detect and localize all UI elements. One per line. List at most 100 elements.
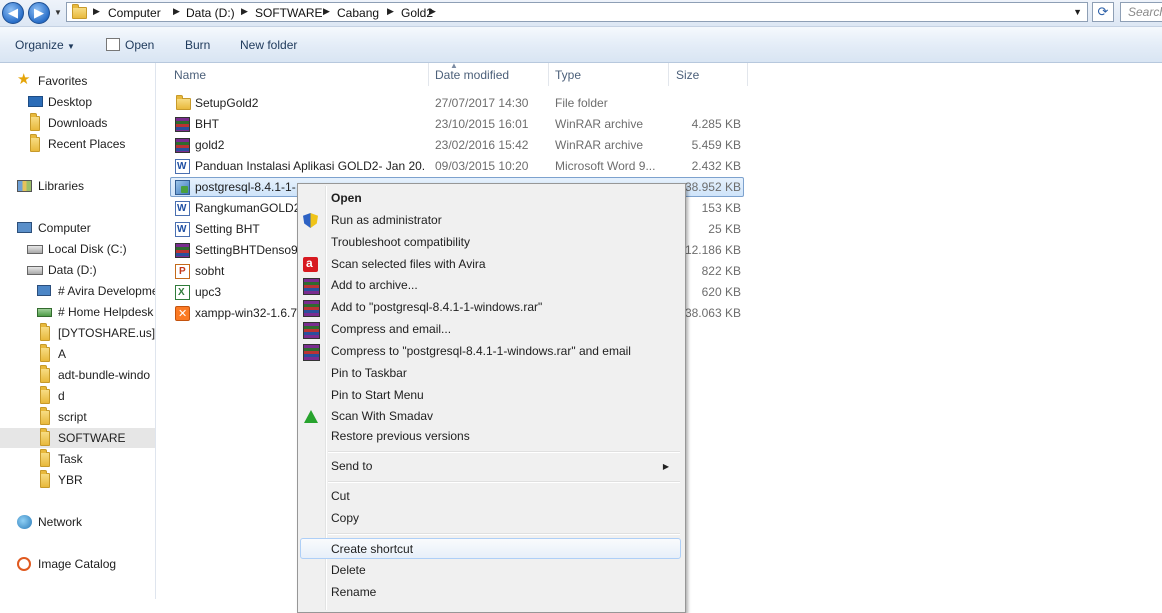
file-name: SetupGold2 xyxy=(195,96,259,110)
search-input[interactable]: Search Gold2 xyxy=(1120,2,1162,22)
menu-item-compress-rar-email[interactable]: Compress to "postgresql-8.4.1-1-windows.… xyxy=(300,341,681,362)
file-type: File folder xyxy=(555,96,608,110)
column-type[interactable]: Type xyxy=(555,68,581,82)
winrar-icon xyxy=(303,278,320,295)
menu-item-add-to-rar[interactable]: Add to "postgresql-8.4.1-1-windows.rar" xyxy=(300,297,681,318)
file-type: WinRAR archive xyxy=(555,117,644,131)
nav-folder-a[interactable]: A xyxy=(0,344,155,364)
column-divider[interactable] xyxy=(428,63,429,86)
menu-item-delete[interactable]: Delete xyxy=(300,560,681,581)
menu-label: Troubleshoot compatibility xyxy=(331,235,470,249)
nav-libraries[interactable]: Libraries xyxy=(0,176,155,196)
column-divider[interactable] xyxy=(747,63,748,86)
chevron-right-icon[interactable]: ▶ xyxy=(387,6,394,17)
nav-network[interactable]: Network xyxy=(0,512,155,532)
nav-folder-label: A xyxy=(58,347,67,361)
nav-folder-label: # Home Helpdesk xyxy=(58,305,154,319)
uac-shield-icon xyxy=(303,213,318,228)
new-folder-button[interactable]: New folder xyxy=(240,38,297,52)
menu-label: Restore previous versions xyxy=(331,429,470,443)
column-divider[interactable] xyxy=(548,63,549,86)
menu-label: Open xyxy=(331,191,362,205)
menu-item-add-archive[interactable]: Add to archive... xyxy=(300,275,681,296)
file-date: 23/10/2015 16:01 xyxy=(435,117,529,131)
menu-item-send-to[interactable]: Send to ▶ xyxy=(300,456,681,477)
nav-favorites-label: Favorites xyxy=(38,74,88,88)
menu-item-troubleshoot[interactable]: Troubleshoot compatibility xyxy=(300,232,681,253)
organize-button[interactable]: Organize ▼ xyxy=(15,38,75,52)
chevron-right-icon[interactable]: ▶ xyxy=(429,6,436,17)
network-drive-icon xyxy=(37,308,52,317)
chevron-right-icon[interactable]: ▶ xyxy=(241,6,248,17)
back-button[interactable]: ◀ xyxy=(2,2,24,24)
winrar-icon xyxy=(175,117,190,132)
breadcrumb-data-d[interactable]: Data (D:) xyxy=(186,6,235,20)
menu-item-scan-smadav[interactable]: Scan With Smadav xyxy=(300,406,681,427)
menu-item-scan-avira[interactable]: Scan selected files with Avira xyxy=(300,253,681,275)
navigation-pane: ★ Favorites Desktop Downloads Recent Pla… xyxy=(0,63,156,599)
menu-item-cut[interactable]: Cut xyxy=(300,486,681,507)
menu-item-create-shortcut[interactable]: Create shortcut xyxy=(300,538,681,559)
menu-item-rename[interactable]: Rename xyxy=(300,582,681,603)
menu-item-compress-email[interactable]: Compress and email... xyxy=(300,319,681,340)
nav-recent-places[interactable]: Recent Places xyxy=(0,134,155,154)
column-date-modified[interactable]: Date modified xyxy=(435,68,509,82)
winrar-icon xyxy=(303,322,320,339)
nav-folder-avira[interactable]: # Avira Developme xyxy=(0,281,155,301)
nav-downloads[interactable]: Downloads xyxy=(0,113,155,133)
breadcrumb-software[interactable]: SOFTWARE xyxy=(255,6,323,20)
nav-computer[interactable]: Computer xyxy=(0,218,155,238)
recent-pages-dropdown-icon[interactable]: ▼ xyxy=(54,8,62,17)
file-size: 38.063 KB xyxy=(684,306,741,320)
chevron-right-icon[interactable]: ▶ xyxy=(93,6,100,17)
nav-recent-places-label: Recent Places xyxy=(48,137,126,151)
nav-folder-dytoshare[interactable]: [DYTOSHARE.us] F xyxy=(0,323,155,343)
column-size[interactable]: Size xyxy=(676,68,699,82)
menu-item-pin-start[interactable]: Pin to Start Menu xyxy=(300,385,681,406)
menu-item-pin-taskbar[interactable]: Pin to Taskbar xyxy=(300,363,681,384)
nav-favorites[interactable]: ★ Favorites xyxy=(0,71,155,91)
menu-item-run-as-admin[interactable]: Run as administrator xyxy=(300,210,681,231)
nav-local-disk-c[interactable]: Local Disk (C:) xyxy=(0,239,155,259)
menu-item-copy[interactable]: Copy xyxy=(300,508,681,529)
menu-label: Create shortcut xyxy=(331,542,414,556)
burn-button[interactable]: Burn xyxy=(185,38,210,52)
file-row-setupgold2[interactable]: SetupGold2 27/07/2017 14:30 File folder xyxy=(170,93,744,113)
nav-folder-label: YBR xyxy=(58,473,83,487)
forward-button[interactable]: ▶ xyxy=(28,2,50,24)
nav-desktop[interactable]: Desktop xyxy=(0,92,155,112)
column-name[interactable]: Name xyxy=(174,68,206,82)
open-button[interactable]: Open xyxy=(106,38,154,52)
nav-data-d-label: Data (D:) xyxy=(48,263,97,277)
nav-folder-adt-bundle[interactable]: adt-bundle-windo xyxy=(0,365,155,385)
file-row-panduan[interactable]: Panduan Instalasi Aplikasi GOLD2- Jan 20… xyxy=(170,156,744,177)
breadcrumb-computer[interactable]: Computer xyxy=(108,6,161,20)
nav-folder-software[interactable]: SOFTWARE xyxy=(0,428,155,448)
nav-folder-task[interactable]: Task xyxy=(0,449,155,469)
breadcrumb-cabang[interactable]: Cabang xyxy=(337,6,379,20)
nav-folder-home-helpdesk[interactable]: # Home Helpdesk xyxy=(0,302,155,322)
chevron-down-icon[interactable]: ▼ xyxy=(1073,7,1082,17)
folder-icon xyxy=(40,323,50,341)
folder-icon xyxy=(72,4,87,19)
file-type: Microsoft Word 9... xyxy=(555,159,656,173)
context-menu: Open Run as administrator Troubleshoot c… xyxy=(297,183,686,613)
file-row-bht[interactable]: BHT 23/10/2015 16:01 WinRAR archive 4.28… xyxy=(170,114,744,134)
file-row-gold2[interactable]: gold2 23/02/2016 15:42 WinRAR archive 5.… xyxy=(170,135,744,155)
nav-image-catalog[interactable]: Image Catalog xyxy=(0,554,155,574)
nav-folder-label: SOFTWARE xyxy=(58,431,126,445)
nav-folder-d[interactable]: d xyxy=(0,386,155,406)
nav-folder-script[interactable]: script xyxy=(0,407,155,427)
downloads-folder-icon xyxy=(30,113,40,131)
refresh-button[interactable]: ⟳ xyxy=(1092,2,1114,22)
nav-data-d[interactable]: Data (D:) xyxy=(0,260,155,280)
chevron-right-icon[interactable]: ▶ xyxy=(173,6,180,17)
winrar-icon xyxy=(303,344,320,361)
chevron-right-icon[interactable]: ▶ xyxy=(323,6,330,17)
nav-folder-ybr[interactable]: YBR xyxy=(0,470,155,490)
column-divider[interactable] xyxy=(668,63,669,86)
xampp-icon xyxy=(175,304,190,324)
menu-item-open[interactable]: Open xyxy=(300,188,681,209)
menu-item-restore[interactable]: Restore previous versions xyxy=(300,426,681,447)
breadcrumb[interactable]: ▶ Computer ▶ Data (D:) ▶ SOFTWARE ▶ Caba… xyxy=(66,2,1088,22)
